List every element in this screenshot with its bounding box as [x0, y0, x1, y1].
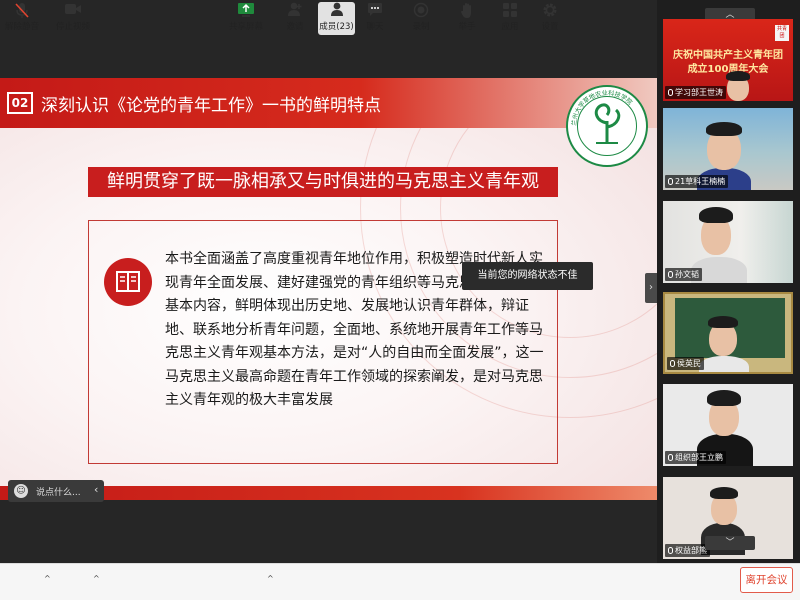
invite-label: 邀请 — [286, 22, 304, 32]
chat-icon — [353, 2, 397, 21]
slide-banner: 鲜明贯穿了既一脉相承又与时俱进的马克思主义青年观 — [88, 167, 558, 197]
gear-icon — [528, 2, 572, 21]
apps-icon — [488, 2, 532, 21]
stop-video-label: 停止视频 — [55, 22, 90, 32]
video-camera-icon — [51, 2, 95, 21]
slide-title: 深刻认识《论党的青年工作》一书的鲜明特点 — [41, 96, 381, 116]
raise-hand-label: 举手 — [458, 22, 476, 32]
raise-hand-button[interactable]: 举手 — [445, 2, 489, 35]
muted-mic-icon — [0, 2, 44, 21]
sprout-icon — [594, 103, 621, 144]
members-label: 成员(23) — [319, 22, 354, 32]
emoji-icon[interactable]: ☺ — [14, 484, 28, 498]
mic-icon — [668, 547, 673, 554]
book-icon — [104, 258, 152, 306]
participant-tile[interactable]: 庆祝中国共产主义青年团 成立100周年大会 共青团 学习部王世涛 — [663, 19, 793, 101]
chat-input-hint[interactable]: ☺ 说点什么... ‹ — [8, 480, 104, 502]
record-icon — [399, 2, 443, 21]
unmute-label: 解除静音 — [4, 22, 39, 32]
section-number: 02 — [7, 92, 33, 114]
slide-header: 02 深刻认识《论党的青年工作》一书的鲜明特点 — [0, 78, 657, 128]
shared-screen: 02 深刻认识《论党的青年工作》一书的鲜明特点 兰州大学草地农业科技学院 鲜明贯… — [0, 0, 657, 563]
audio-options-caret[interactable]: ^ — [44, 574, 51, 583]
record-label: 录制 — [412, 22, 430, 32]
chat-label: 聊天 — [366, 22, 384, 32]
share-screen-label: 共享屏幕 — [228, 22, 263, 32]
hand-icon — [445, 2, 489, 21]
share-options-caret[interactable]: ^ — [267, 574, 274, 583]
invite-button[interactable]: 邀请 — [273, 2, 317, 35]
meeting-window: 02 深刻认识《论党的青年工作》一书的鲜明特点 兰州大学草地农业科技学院 鲜明贯… — [0, 0, 800, 600]
participant-name: 组织部王立鹏 — [665, 451, 726, 464]
meeting-toolbar — [0, 563, 800, 600]
apps-button[interactable]: 应用 — [488, 2, 532, 35]
add-person-icon — [273, 2, 317, 21]
mic-icon — [668, 454, 673, 461]
collapse-chat-button[interactable]: ‹ — [94, 483, 98, 496]
stop-video-button[interactable]: 停止视频 — [51, 2, 95, 35]
apps-label: 应用 — [501, 22, 519, 32]
mic-icon — [668, 271, 673, 278]
participant-name: 21草科王楠楠 — [665, 175, 729, 188]
members-button[interactable]: 成员(23) — [318, 2, 355, 35]
college-logo: 兰州大学草地农业科技学院 — [566, 85, 648, 167]
share-screen-button[interactable]: 共享屏幕 — [223, 2, 269, 35]
participant-tile[interactable]: 孙文韬 — [663, 201, 793, 283]
poster-line: 庆祝中国共产主义青年团 — [673, 50, 783, 61]
participant-tile[interactable]: 侯英民 — [663, 292, 793, 374]
mic-icon — [668, 89, 673, 96]
participant-name: 孙文韬 — [665, 268, 702, 281]
share-screen-icon — [223, 2, 269, 21]
video-options-caret[interactable]: ^ — [93, 574, 100, 583]
unmute-button[interactable]: 解除静音 — [0, 2, 44, 35]
chat-placeholder: 说点什么... — [36, 488, 81, 498]
participant-name: 权益部熊 — [665, 544, 710, 557]
mic-icon — [670, 360, 675, 367]
mic-icon — [668, 178, 673, 185]
settings-label: 设置 — [541, 22, 559, 32]
participant-name: 侯英民 — [667, 357, 704, 370]
participant-tile[interactable]: 组织部王立鹏 — [663, 384, 793, 466]
settings-button[interactable]: 设置 — [528, 2, 572, 35]
party-emblem: 共青团 — [775, 25, 789, 41]
members-icon — [318, 2, 355, 21]
network-status-tooltip: 当前您的网络状态不佳 — [462, 262, 593, 290]
chat-button[interactable]: 聊天 — [353, 2, 397, 35]
leave-meeting-button[interactable]: 离开会议 — [740, 567, 793, 593]
collapse-participants-button[interactable]: › — [645, 273, 657, 303]
participant-tile[interactable]: 21草科王楠楠 — [663, 108, 793, 190]
participant-name: 学习部王世涛 — [665, 86, 726, 99]
scroll-down-button[interactable]: ﹀ — [705, 536, 755, 550]
record-button[interactable]: 录制 — [399, 2, 443, 35]
